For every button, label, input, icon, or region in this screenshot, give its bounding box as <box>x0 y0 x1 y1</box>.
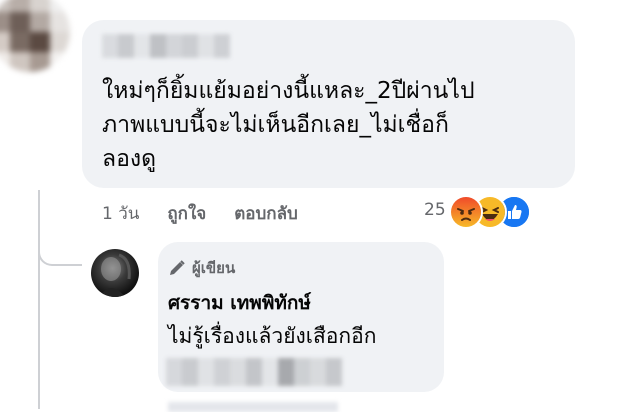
reaction-count[interactable]: 25 <box>424 200 446 220</box>
thread-line <box>38 190 40 409</box>
next-line-blurred <box>168 402 338 412</box>
reaction-icons[interactable] <box>449 195 545 229</box>
comment-timestamp[interactable]: 1 วัน <box>102 200 139 227</box>
reply-author-avatar[interactable] <box>91 249 139 297</box>
reply-text: ไม่รู้เรื่องแล้วยังเสือกอีก <box>168 324 377 348</box>
reply-button[interactable]: ตอบกลับ <box>234 200 298 227</box>
like-button[interactable]: ถูกใจ <box>167 200 206 227</box>
angry-react-icon <box>449 195 483 229</box>
author-badge: ผู้เขียน <box>168 256 235 280</box>
thread-branch <box>38 232 82 266</box>
pencil-icon <box>170 260 185 275</box>
commenter-avatar-blurred[interactable] <box>0 0 70 72</box>
comment-text: ใหม่ๆก็ยิ้มแย้มอย่างนี้แหละ_2ปีผ่านไป ภา… <box>102 78 475 172</box>
reply-author-name[interactable]: ศรราม เทพพิทักษ์ <box>168 288 311 318</box>
commenter-name-blurred[interactable] <box>102 34 230 58</box>
comment-actions: 1 วัน ถูกใจ ตอบกลับ <box>102 197 298 229</box>
author-badge-label: ผู้เขียน <box>192 259 236 277</box>
reply-text-blurred <box>166 358 342 386</box>
